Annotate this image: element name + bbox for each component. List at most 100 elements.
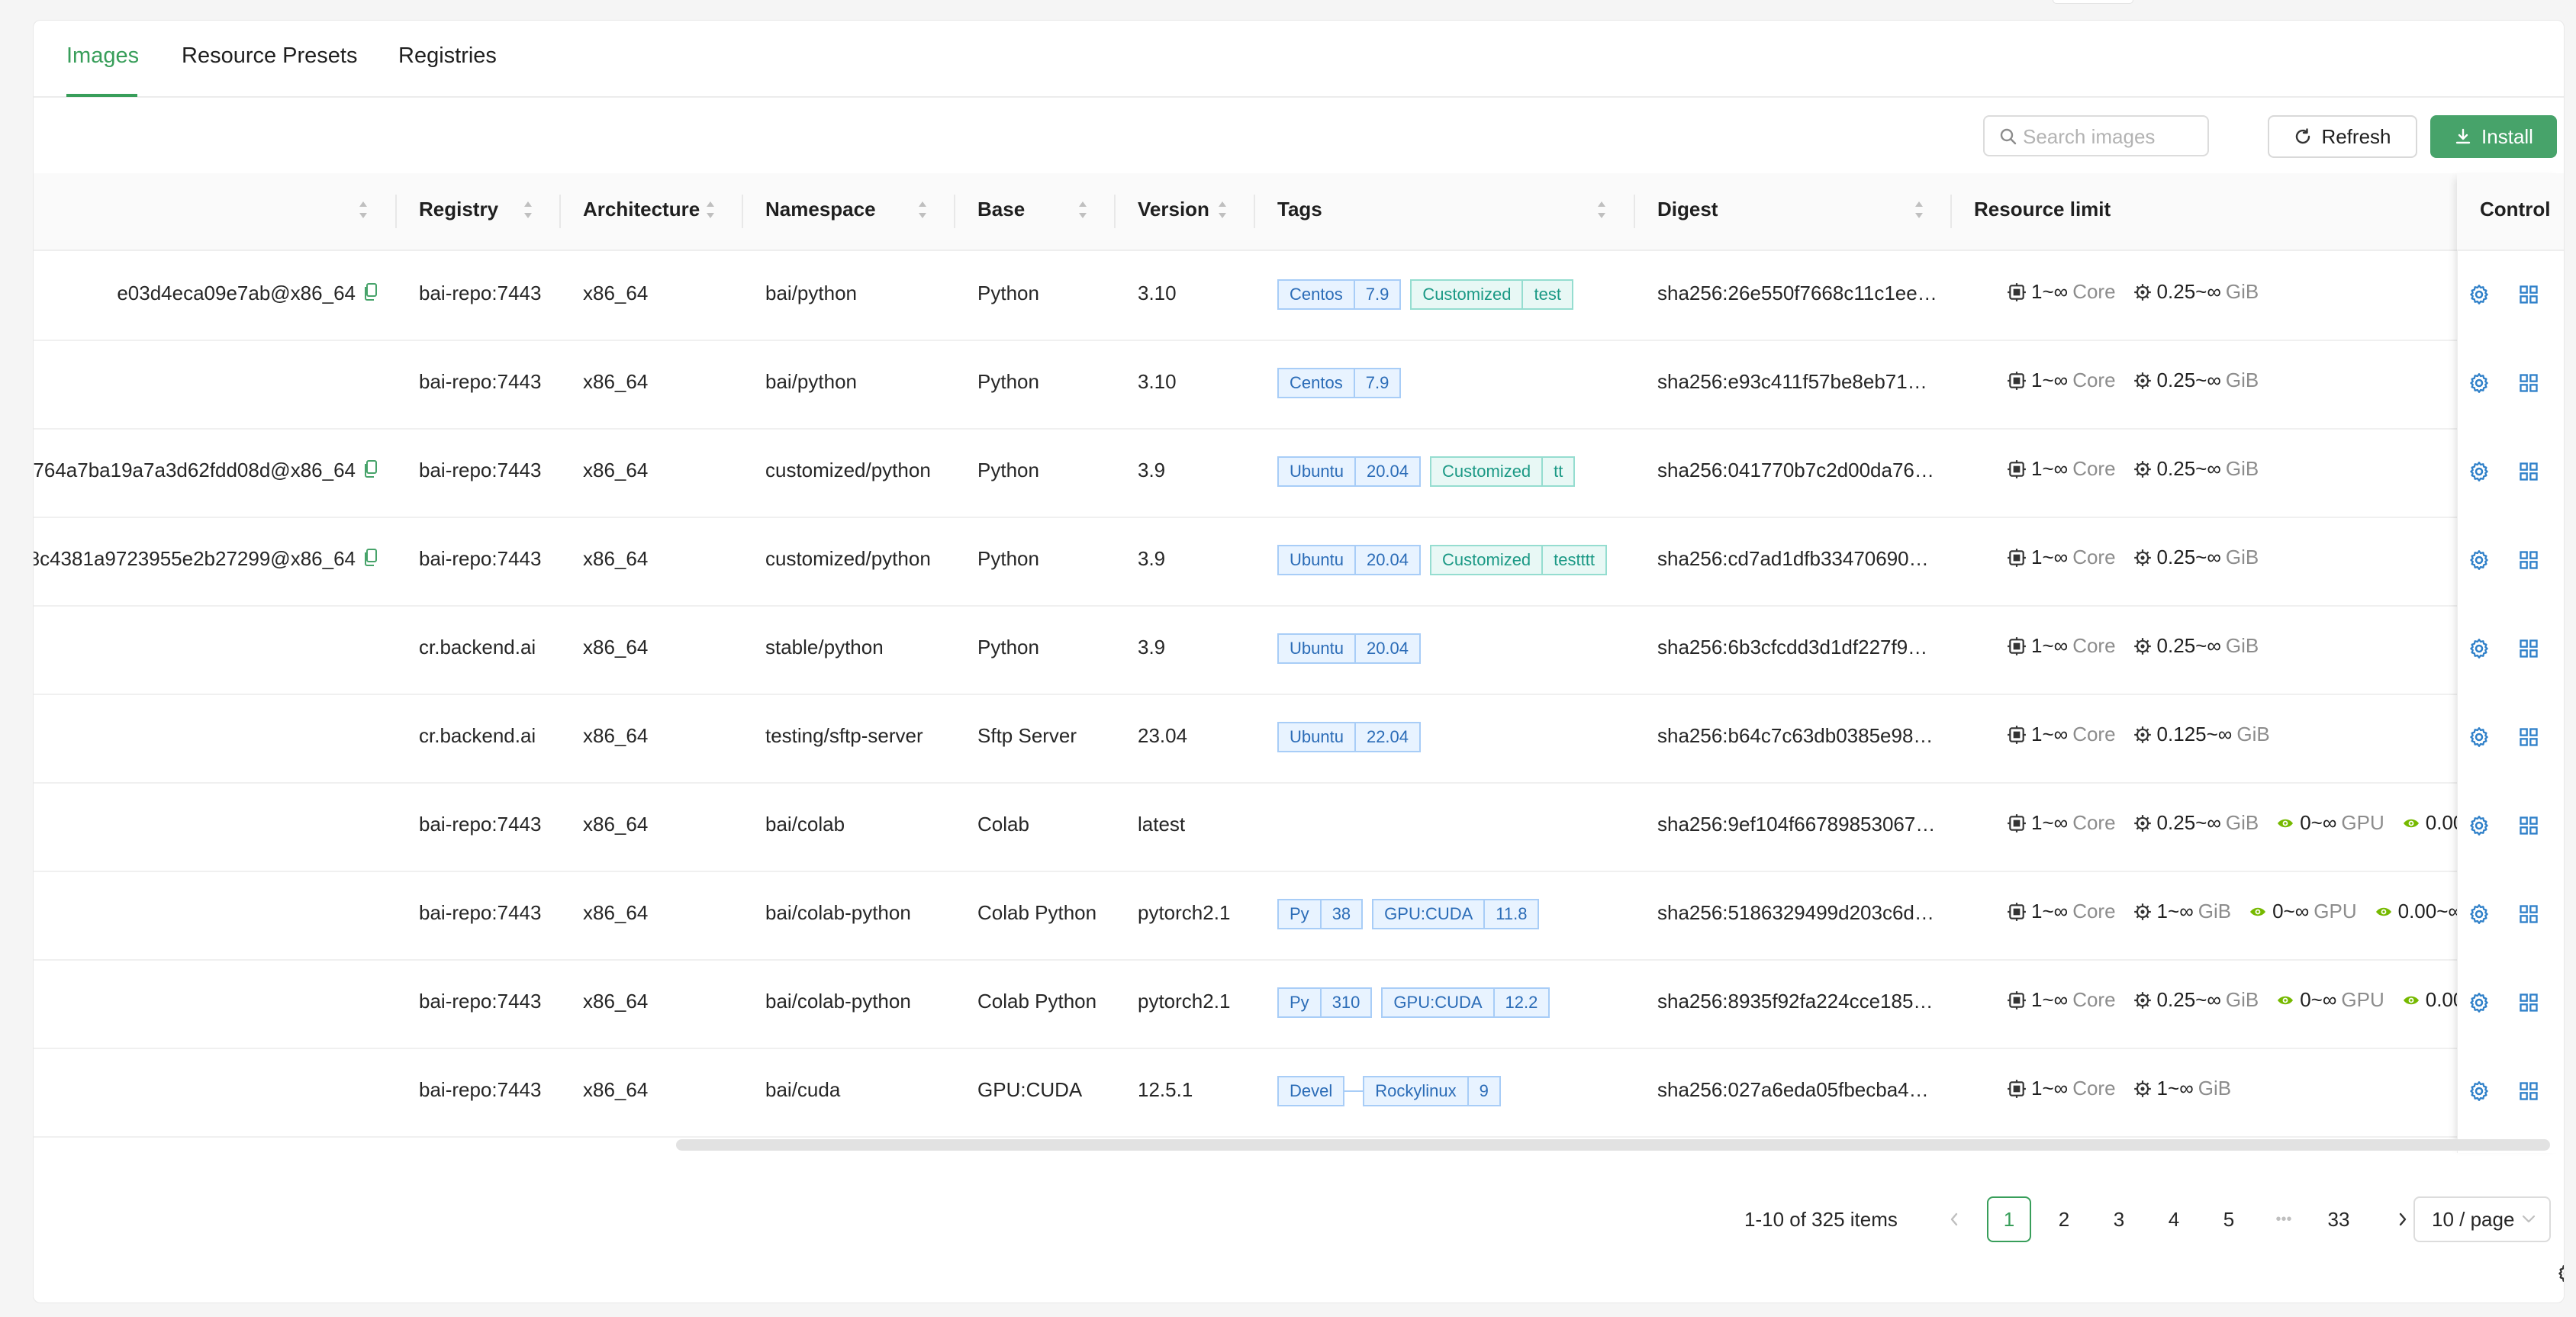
- digest-cell: sha256:b64c7c63db0385e98…: [1657, 724, 1934, 747]
- page-3[interactable]: 3: [2097, 1196, 2141, 1242]
- namespace-cell: customized/python: [765, 459, 931, 481]
- tab-bar: Images Resource Presets Registries: [34, 21, 2564, 98]
- cpu-unit: Core: [2072, 723, 2116, 745]
- column-header-architecture[interactable]: Architecture: [583, 198, 700, 221]
- table-row: cr.backend.ai x86_64 testing/sftp-server Sf…: [34, 694, 2564, 784]
- memory-unit: GiB: [2198, 900, 2232, 923]
- cpu-range: 1~∞: [2031, 634, 2069, 657]
- column-divider: [559, 195, 561, 228]
- grid-icon[interactable]: [2518, 903, 2539, 929]
- sort-icon[interactable]: [1217, 200, 1228, 220]
- page-33[interactable]: 33: [2317, 1196, 2361, 1242]
- tag-label: Devel: [1277, 1076, 1345, 1106]
- tab-resource-presets[interactable]: Resource Presets: [182, 43, 358, 69]
- gear-icon[interactable]: [2468, 283, 2491, 310]
- search-input[interactable]: [2021, 124, 2204, 150]
- tab-registries[interactable]: Registries: [398, 43, 497, 69]
- install-button[interactable]: Install: [2430, 115, 2557, 158]
- grid-icon[interactable]: [2518, 992, 2539, 1017]
- sort-icon[interactable]: [1077, 200, 1088, 220]
- search-box[interactable]: [1983, 115, 2209, 156]
- memory-unit: GiB: [2225, 811, 2259, 834]
- cpu-range: 1~∞: [2031, 988, 2069, 1011]
- registry-cell: cr.backend.ai: [419, 636, 536, 658]
- tags-cell: Py 38 GPU:CUDA 11.8: [1277, 899, 1540, 929]
- tags-cell: Ubuntu 20.04 Customized tt: [1277, 456, 1576, 487]
- tags-cell: Centos 7.9 Customized test: [1277, 279, 1573, 310]
- grid-icon[interactable]: [2518, 726, 2539, 752]
- copy-icon[interactable]: [363, 549, 377, 572]
- column-header-base[interactable]: Base: [977, 198, 1025, 221]
- settings-gear-icon[interactable]: [2556, 1262, 2565, 1285]
- prev-page-button[interactable]: [1932, 1196, 1976, 1242]
- sort-icon[interactable]: [1914, 200, 1924, 220]
- gear-icon[interactable]: [2468, 903, 2491, 929]
- grid-icon[interactable]: [2518, 372, 2539, 398]
- memory-unit: GiB: [2225, 369, 2259, 391]
- digest-cell: sha256:e93c411f57be8eb71…: [1657, 370, 1927, 393]
- copy-icon[interactable]: [363, 460, 377, 484]
- page-4[interactable]: 4: [2152, 1196, 2196, 1242]
- grid-icon[interactable]: [2518, 284, 2539, 309]
- cpu-unit: Core: [2072, 811, 2116, 834]
- control-header-cell: Control: [2457, 173, 2564, 251]
- architecture-cell: x86_64: [583, 1078, 649, 1101]
- column-header-digest[interactable]: Digest: [1657, 198, 1718, 221]
- base-cell: Python: [977, 547, 1039, 570]
- tab-images[interactable]: Images: [66, 43, 139, 69]
- memory-unit: GiB: [2225, 634, 2259, 657]
- sort-icon[interactable]: [358, 200, 369, 220]
- sort-icon[interactable]: [917, 200, 928, 220]
- gear-icon[interactable]: [2468, 1080, 2491, 1106]
- refresh-label: Refresh: [2321, 124, 2391, 148]
- table-row: bai-repo:7443 x86_64 bai/colab Colab latest s…: [34, 782, 2564, 872]
- tag-label: test: [1523, 279, 1573, 310]
- page-5[interactable]: 5: [2207, 1196, 2251, 1242]
- cpu-range: 1~∞: [2031, 546, 2069, 568]
- pagination-total: 1-10 of 325 items: [1744, 1208, 1898, 1231]
- table-header: Registry Architecture Namespace Base Ver…: [34, 173, 2564, 251]
- grid-icon[interactable]: [2518, 638, 2539, 663]
- grid-icon[interactable]: [2518, 815, 2539, 840]
- copy-icon[interactable]: [363, 283, 377, 307]
- sort-icon[interactable]: [523, 200, 533, 220]
- gear-icon[interactable]: [2468, 549, 2491, 575]
- tag-label: Ubuntu: [1277, 456, 1356, 487]
- sort-icon[interactable]: [1596, 200, 1607, 220]
- cpu-icon: [2007, 725, 2027, 745]
- column-header-registry[interactable]: Registry: [419, 198, 498, 221]
- cpu-range: 1~∞: [2031, 1077, 2069, 1100]
- grid-icon[interactable]: [2518, 549, 2539, 575]
- page-1[interactable]: 1: [1987, 1196, 2031, 1242]
- tag-label: Ubuntu: [1277, 545, 1356, 575]
- page-2[interactable]: 2: [2042, 1196, 2086, 1242]
- grid-icon[interactable]: [2518, 1080, 2539, 1106]
- gear-icon[interactable]: [2468, 814, 2491, 841]
- table-row: bai-repo:7443 x86_64 bai/python Python 3.10 s…: [34, 340, 2564, 430]
- cpu-icon: [2007, 990, 2027, 1010]
- column-header-tags[interactable]: Tags: [1277, 198, 1322, 221]
- table-row: bai-repo:7443 x86_64 bai/colab-python Colab…: [34, 871, 2564, 961]
- sort-icon[interactable]: [705, 200, 716, 220]
- gear-icon[interactable]: [2468, 991, 2491, 1018]
- resource-limit-cell: 1~∞ Core 0.25~∞ GiB: [2007, 457, 2259, 481]
- architecture-cell: x86_64: [583, 901, 649, 924]
- grid-icon[interactable]: [2518, 461, 2539, 486]
- gear-icon[interactable]: [2468, 460, 2491, 487]
- version-cell: 12.5.1: [1138, 1078, 1193, 1101]
- refresh-button[interactable]: Refresh: [2268, 115, 2417, 158]
- gear-icon[interactable]: [2468, 726, 2491, 752]
- gear-icon[interactable]: [2468, 637, 2491, 664]
- page-size-select[interactable]: 10 / page: [2413, 1196, 2551, 1242]
- base-cell: Colab Python: [977, 990, 1097, 1013]
- horizontal-scrollbar[interactable]: [676, 1139, 2550, 1151]
- refresh-icon: [2296, 128, 2310, 144]
- gear-icon[interactable]: [2468, 372, 2491, 398]
- version-cell: latest: [1138, 813, 1186, 836]
- column-header-namespace[interactable]: Namespace: [765, 198, 876, 221]
- cpu-unit: Core: [2072, 634, 2116, 657]
- jump-next-ellipsis[interactable]: •••: [2262, 1196, 2306, 1242]
- column-header-version[interactable]: Version: [1138, 198, 1209, 221]
- image-tag: Devel: [1277, 1076, 1345, 1106]
- tags-cell: Ubuntu 20.04 Customized testttt: [1277, 545, 1607, 575]
